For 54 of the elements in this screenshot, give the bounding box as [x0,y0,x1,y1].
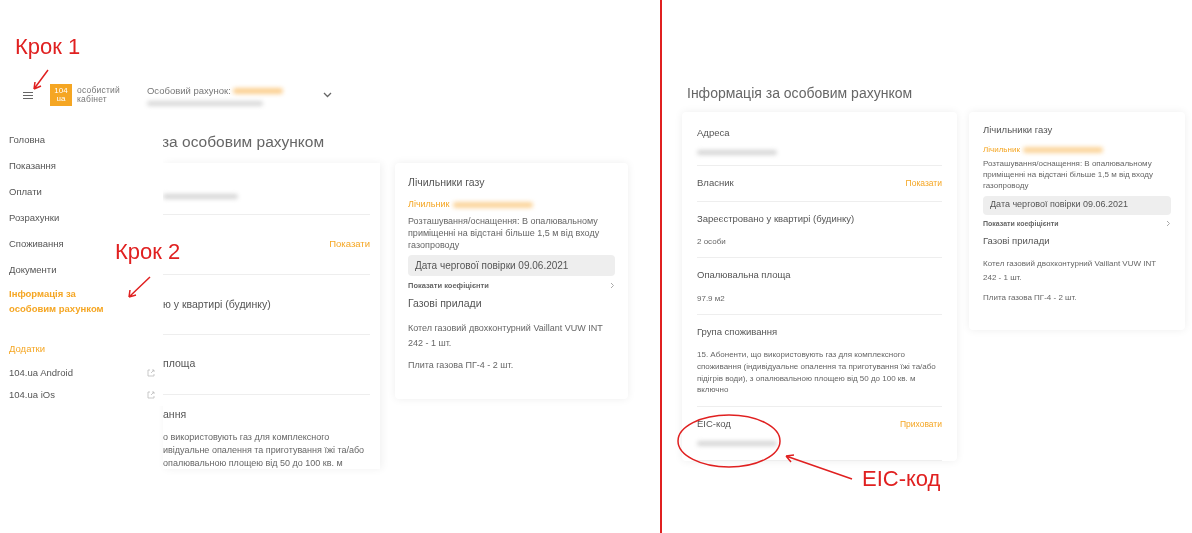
blurred-text [232,88,283,95]
field-value: 2 особи [697,235,727,248]
menu-icon[interactable] [23,91,33,99]
meter-location: Розташування/оснащення: В опалювальному приміщенні на відстані більше 1,5 м від входу газопроводу [408,214,601,251]
field-value: 15. Абоненти, що використовують газ для комплексного споживання (індивідуальне опалення та приготування їжі та/або підігрів води), з опалювальною площею від 50 до 100 кв. м включно [697,349,937,396]
logo-text: особистий [77,86,120,96]
sidebar-item[interactable]: Показання [0,152,65,179]
field-label: EIC-код [697,416,731,431]
chevron-right-icon [610,282,615,290]
sidebar-item[interactable]: Документи [0,256,66,283]
chevron-right-icon [1166,220,1171,228]
app-link[interactable]: 104.ua Android [9,366,73,381]
callout-label: ЕІС-код [862,468,941,490]
field-label: ю у квартирі (будинку) [163,296,271,312]
sidebar-item[interactable]: Розрахунки [0,204,69,231]
device-item: Плита газова ПГ-4 - 2 шт. [983,291,1078,304]
field-value: о використовують газ для комплексного ивідуальне опалення та приготування їжі та/або опалювальною площею від 50 до 100 кв. м [163,431,366,470]
account-label: Особовий рахунок: [146,84,231,98]
card-title: Лічильники газу [983,123,1054,137]
meter-label: Лічильник [408,198,450,211]
logo-text: кабінет [77,95,108,105]
sidebar-item[interactable]: Оплати [0,178,51,205]
logo-text: 104 [54,87,68,96]
device-item: Котел газовий двохконтурний Vaillant VUW INT 242 - 1 шт. [408,321,604,351]
section-title: Газові прилади [983,234,1051,249]
meter-location: Розташування/оснащення: В опалювальному приміщенні на відстані більше 1,5 м від входу газопроводу [983,159,1154,192]
arrow [128,276,151,298]
field-label: Опалювальна площа [697,268,791,283]
sidebar-item[interactable]: Головна [0,126,55,153]
verification-date: Дата чергової повірки 09.06.2021 [408,254,615,276]
step-label: Крок 1 [15,36,81,58]
step-label: Крок 2 [115,241,181,263]
logo-text: ua [56,95,66,104]
field-label: Група споживання [697,325,778,340]
field-label: Адреса [697,126,730,140]
chevron-down-icon[interactable] [322,92,332,99]
card-title: Лічильники газу [408,175,486,191]
meter-label: Лічильник [983,144,1020,157]
app-link[interactable]: 104.ua iOs [9,388,55,403]
device-item: Плита газова ПГ-4 - 2 шт. [408,358,515,372]
section-title: Додатки [8,342,47,357]
arrow [33,69,49,90]
field-label: ання [163,406,187,422]
arrow [785,454,853,480]
page-title: за особовим рахунком [162,132,326,152]
section-title: Газові прилади [408,296,483,312]
field-label: площа [163,356,196,372]
sidebar-item[interactable]: Споживання [0,230,73,257]
verification-date: Дата чергової повірки 09.06.2021 [983,195,1171,215]
page-title: Інформація за особовим рахунком [687,84,914,103]
field-label: Власник [697,176,734,191]
field-value: 97.9 м2 [697,292,726,305]
field-label: Зареєстровано у квартирі (будинку) [697,211,855,226]
device-item: Котел газовий двохконтурний Vaillant VUW INT 242 - 1 шт. [983,258,1157,284]
